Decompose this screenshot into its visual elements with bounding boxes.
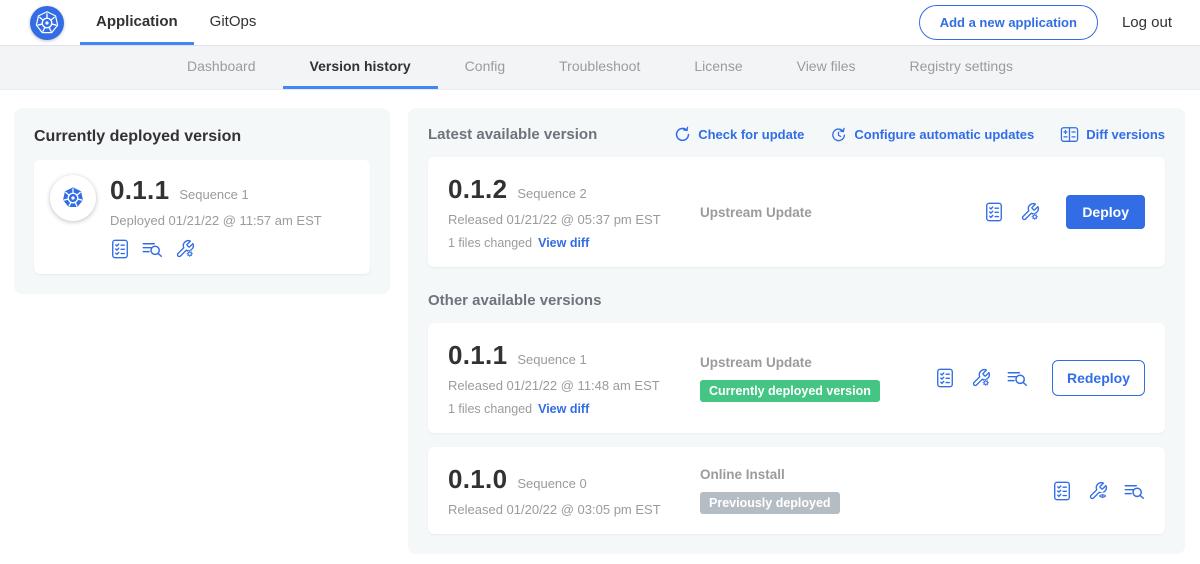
version-status: Upstream Update Currently deployed versi…: [700, 355, 935, 402]
release-notes-icon[interactable]: [1052, 481, 1072, 501]
subtab-dashboard[interactable]: Dashboard: [160, 46, 283, 89]
sequence-label: Sequence 1: [517, 352, 586, 367]
currently-deployed-badge: Currently deployed version: [700, 380, 880, 402]
released-timestamp: Released 01/21/22 @ 11:48 am EST: [448, 378, 700, 393]
kubernetes-logo-icon: [30, 6, 64, 40]
version-row-0-1-1: 0.1.1 Sequence 1 Released 01/21/22 @ 11:…: [428, 323, 1165, 433]
subtab-license[interactable]: License: [667, 46, 769, 89]
current-version-number: 0.1.1: [110, 175, 169, 206]
version-status: Upstream Update: [700, 205, 984, 220]
kots-admin-console: Application GitOps Add a new application…: [0, 0, 1200, 564]
currently-deployed-panel: Currently deployed version 0.1.1: [14, 108, 390, 294]
deploy-logs-icon[interactable]: [1124, 482, 1145, 500]
version-row-0-1-0: 0.1.0 Sequence 0 Released 01/20/22 @ 03:…: [428, 447, 1165, 534]
version-row-0-1-2: 0.1.2 Sequence 2 Released 01/21/22 @ 05:…: [428, 157, 1165, 267]
sequence-label: Sequence 2: [517, 186, 586, 201]
add-application-button[interactable]: Add a new application: [919, 5, 1098, 40]
version-number: 0.1.1: [448, 340, 507, 371]
diff-versions-link[interactable]: Diff versions: [1060, 126, 1165, 143]
version-actions: Check for update Configure automatic upd…: [674, 126, 1165, 143]
version-number: 0.1.2: [448, 174, 507, 205]
released-timestamp: Released 01/21/22 @ 05:37 pm EST: [448, 212, 700, 227]
release-notes-icon[interactable]: [110, 239, 130, 259]
available-versions-panel: Latest available version Check for updat…: [408, 108, 1185, 554]
release-notes-icon[interactable]: [935, 368, 955, 388]
view-diff-link[interactable]: View diff: [538, 402, 589, 416]
current-deployed-timestamp: Deployed 01/21/22 @ 11:57 am EST: [110, 213, 322, 228]
view-config-icon[interactable]: [1088, 481, 1108, 501]
current-sequence-label: Sequence 1: [179, 187, 248, 202]
logout-button[interactable]: Log out: [1122, 14, 1172, 31]
subtab-version-history[interactable]: Version history: [283, 46, 438, 89]
configure-automatic-updates-link[interactable]: Configure automatic updates: [830, 126, 1034, 143]
subtab-troubleshoot[interactable]: Troubleshoot: [532, 46, 667, 89]
sequence-label: Sequence 0: [517, 476, 586, 491]
deploy-logs-icon[interactable]: [142, 240, 163, 258]
version-info: 0.1.0 Sequence 0 Released 01/20/22 @ 03:…: [448, 464, 700, 517]
redeploy-button[interactable]: Redeploy: [1052, 360, 1145, 396]
current-version-info: 0.1.1 Sequence 1 Deployed 01/21/22 @ 11:…: [110, 175, 322, 259]
edit-config-icon[interactable]: [175, 239, 195, 259]
deploy-button[interactable]: Deploy: [1066, 195, 1145, 229]
main-content: Currently deployed version 0.1.1: [0, 90, 1200, 554]
currently-deployed-title: Currently deployed version: [34, 128, 370, 146]
version-info: 0.1.1 Sequence 1 Released 01/21/22 @ 11:…: [448, 340, 700, 416]
top-tabs: Application GitOps: [80, 0, 272, 45]
edit-config-icon[interactable]: [971, 368, 991, 388]
files-changed-label: 1 files changed: [448, 402, 532, 416]
top-bar: Application GitOps Add a new application…: [0, 0, 1200, 46]
diff-versions-icon: [1060, 126, 1079, 143]
currently-deployed-card: 0.1.1 Sequence 1 Deployed 01/21/22 @ 11:…: [34, 160, 370, 274]
version-source-label: Upstream Update: [700, 355, 935, 370]
version-info: 0.1.2 Sequence 2 Released 01/21/22 @ 05:…: [448, 174, 700, 250]
version-status: Online Install Previously deployed: [700, 467, 1052, 514]
subtab-config[interactable]: Config: [438, 46, 532, 89]
latest-available-title: Latest available version: [428, 126, 597, 143]
version-source-label: Upstream Update: [700, 205, 984, 220]
edit-config-icon[interactable]: [1020, 202, 1040, 222]
files-changed-label: 1 files changed: [448, 236, 532, 250]
subtab-view-files[interactable]: View files: [770, 46, 883, 89]
app-subnav: Dashboard Version history Config Trouble…: [0, 46, 1200, 90]
version-number: 0.1.0: [448, 464, 507, 495]
refresh-icon: [674, 126, 691, 143]
other-versions-title: Other available versions: [428, 292, 1165, 309]
previously-deployed-badge: Previously deployed: [700, 492, 840, 514]
tab-application[interactable]: Application: [80, 0, 194, 45]
app-kubernetes-icon: [50, 175, 96, 221]
view-diff-link[interactable]: View diff: [538, 236, 589, 250]
release-notes-icon[interactable]: [984, 202, 1004, 222]
deploy-logs-icon[interactable]: [1007, 369, 1028, 387]
released-timestamp: Released 01/20/22 @ 03:05 pm EST: [448, 502, 700, 517]
topbar-spacer: [272, 0, 918, 45]
subtab-registry-settings[interactable]: Registry settings: [883, 46, 1040, 89]
version-source-label: Online Install: [700, 467, 1052, 482]
check-for-update-link[interactable]: Check for update: [674, 126, 804, 143]
auto-update-clock-icon: [830, 126, 847, 143]
tab-gitops[interactable]: GitOps: [194, 0, 273, 45]
